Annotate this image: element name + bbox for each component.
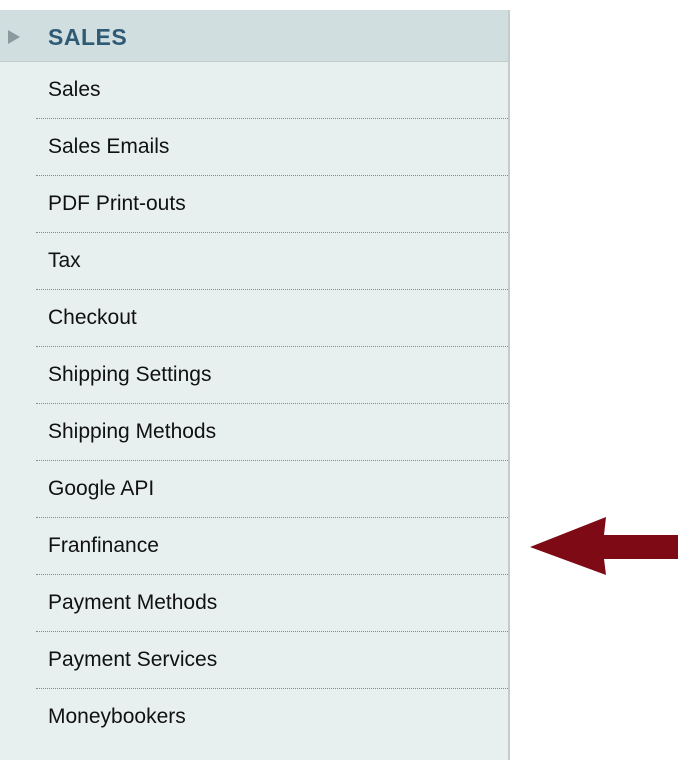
config-sidebar: SALES Sales Sales Emails PDF Print-outs … <box>0 0 510 760</box>
sidebar-item-franfinance[interactable]: Franfinance <box>0 518 508 575</box>
sidebar-item-sales-emails[interactable]: Sales Emails <box>0 119 508 176</box>
sidebar-item-payment-services[interactable]: Payment Services <box>0 632 508 689</box>
sidebar-item-label: Shipping Methods <box>48 420 217 443</box>
sidebar-item-label: Payment Methods <box>48 591 218 614</box>
sidebar-item-label: Moneybookers <box>48 705 186 728</box>
sidebar-item-label: Tax <box>48 249 81 272</box>
sidebar-item-label: Franfinance <box>48 534 159 557</box>
sidebar-item-sales[interactable]: Sales <box>0 62 508 119</box>
sidebar-item-label: PDF Print-outs <box>48 192 186 215</box>
sidebar-item-shipping-settings[interactable]: Shipping Settings <box>0 347 508 404</box>
sidebar-item-pdf-print-outs[interactable]: PDF Print-outs <box>0 176 508 233</box>
top-strip <box>0 0 510 10</box>
sidebar-item-payment-methods[interactable]: Payment Methods <box>0 575 508 632</box>
sidebar-item-shipping-methods[interactable]: Shipping Methods <box>0 404 508 461</box>
section-title: SALES <box>48 24 128 50</box>
expand-triangle-icon[interactable] <box>8 30 20 44</box>
sidebar-item-checkout[interactable]: Checkout <box>0 290 508 347</box>
sidebar-item-tax[interactable]: Tax <box>0 233 508 290</box>
sidebar-item-label: Sales <box>48 78 101 101</box>
sidebar-item-google-api[interactable]: Google API <box>0 461 508 518</box>
sidebar-item-label: Google API <box>48 477 155 500</box>
sidebar-item-label: Sales Emails <box>48 135 170 158</box>
left-arrow-icon <box>530 517 678 575</box>
sidebar-item-label: Checkout <box>48 306 137 329</box>
sidebar-item-label: Shipping Settings <box>48 363 212 386</box>
sidebar-menu: Sales Sales Emails PDF Print-outs Tax Ch… <box>0 62 508 746</box>
sidebar-item-label: Payment Services <box>48 648 218 671</box>
sidebar-item-moneybookers[interactable]: Moneybookers <box>0 689 508 746</box>
section-header-sales[interactable]: SALES <box>0 10 508 62</box>
